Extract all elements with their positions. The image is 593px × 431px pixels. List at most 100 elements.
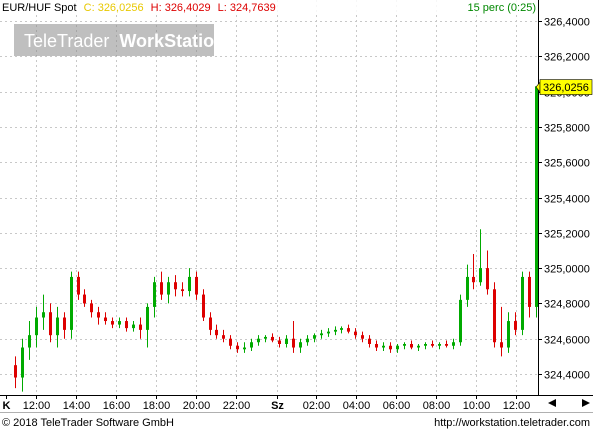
candle-body [70,276,73,330]
x-tick-label: 06:00 [383,400,411,412]
candle-body [452,342,455,346]
candle-body [528,276,531,307]
candle-body [63,317,66,330]
candle-body [42,312,45,318]
x-tick-label: Sz [271,400,284,412]
candle-body [507,321,510,348]
candle-body [431,343,434,346]
candle [493,282,496,348]
chart-window: TeleTrader WorkStation 326,4000 326,2000 3… [0,0,593,431]
candle-body [466,276,469,300]
scroll-right-button[interactable] [582,399,590,407]
last-price-label: 326,0256 [543,82,589,94]
candle-body [327,331,330,334]
candle-body [153,282,156,307]
candle-body [35,317,38,336]
x-tick-label: 12:00 [23,400,51,412]
candle-body [264,336,267,339]
x-axis: K 12:00 14:00 16:00 18:00 20:00 22:00 Sz 02:00 04… [3,395,531,412]
candle-body [104,317,107,322]
candle-body [111,321,114,325]
candle-body [28,335,31,348]
candle-body [278,340,281,344]
candle-body [83,294,86,304]
candle-body [56,317,59,336]
x-tick-label: 14:00 [63,400,91,412]
candle-body [417,345,420,348]
candle-body [521,276,524,330]
candle-body [21,347,24,378]
candle-body [445,343,448,346]
scroll-left-button[interactable] [548,399,556,407]
candle-body [396,345,399,350]
candle-body [368,338,371,344]
y-tick-label: 325,6000 [544,158,590,170]
candle-body [202,294,205,318]
header-high: H: 326,4029 [151,2,211,14]
header-info: EUR/HUF Spot C: 326,0256 H: 326,4029 L: … [0,0,538,14]
candle-body [160,282,163,295]
candle-body [313,335,316,339]
watermark-logo: TeleTrader WorkStation [14,24,225,56]
y-axis: 326,4000326,2000326,0000325,8000325,6000… [538,17,590,382]
candle-body [271,336,274,341]
y-tick-label: 324,4000 [544,370,590,382]
y-tick-label: 325,8000 [544,123,590,135]
x-tick-label: 04:00 [343,400,371,412]
x-tick-label: 10:00 [463,400,491,412]
footer-url[interactable]: http://workstation.teletrader.com [434,417,590,429]
candle-body [493,289,496,343]
y-tick-label: 325,0000 [544,264,590,276]
candle-body [215,329,218,336]
scroll-right-icon [582,399,590,407]
candle-body [49,312,52,336]
header-low: L: 324,7639 [218,2,276,14]
candle-body [97,312,100,318]
candle-body [389,345,392,350]
candle-body [222,335,225,339]
candle-body [299,342,302,348]
watermark-product: WorkStation [119,31,225,51]
candle-body [479,268,482,283]
candle-body [257,338,260,343]
candle-body [340,328,343,330]
candle-body [174,282,177,290]
candle-body [438,343,441,346]
candle-body [535,86,538,307]
candle-body [118,321,121,325]
watermark-brand: TeleTrader [24,31,109,51]
candle-body [347,328,350,332]
candle-body [320,333,323,336]
candle-body [14,365,17,378]
candle-body [285,338,288,344]
candle-body [146,306,149,330]
candle-body [292,338,295,348]
candle [521,271,524,336]
candle-body [334,329,337,332]
x-tick-label: 12:00 [503,400,531,412]
candle-body [410,343,413,348]
scroll-left-icon [548,399,556,407]
y-tick-label: 325,4000 [544,194,590,206]
candle-body [250,342,253,348]
candle-body [382,345,385,348]
candle-body [472,276,475,283]
x-tick-label: 08:00 [423,400,451,412]
y-tick-label: 326,4000 [544,17,590,29]
svg-text:EUR/HUF Spot C: 326,02: EUR/HUF Spot C: 326,0256 H: 326,4029 L: … [2,2,276,14]
candle-body [181,289,184,292]
header-interval: 15 perc (0:25) [468,2,536,14]
candle-body [77,276,80,295]
plot-area[interactable] [0,0,538,395]
x-tick-label: K [3,400,11,412]
y-tick-label: 324,6000 [544,335,590,347]
y-tick-label: 325,2000 [544,229,590,241]
x-tick-label: 22:00 [223,400,251,412]
candle-body [243,347,246,350]
candle-body [361,335,364,339]
candle-body [424,343,427,346]
candle-body [125,321,128,329]
candle [459,294,462,346]
y-tick-label: 324,8000 [544,299,590,311]
candle-body [188,276,191,292]
